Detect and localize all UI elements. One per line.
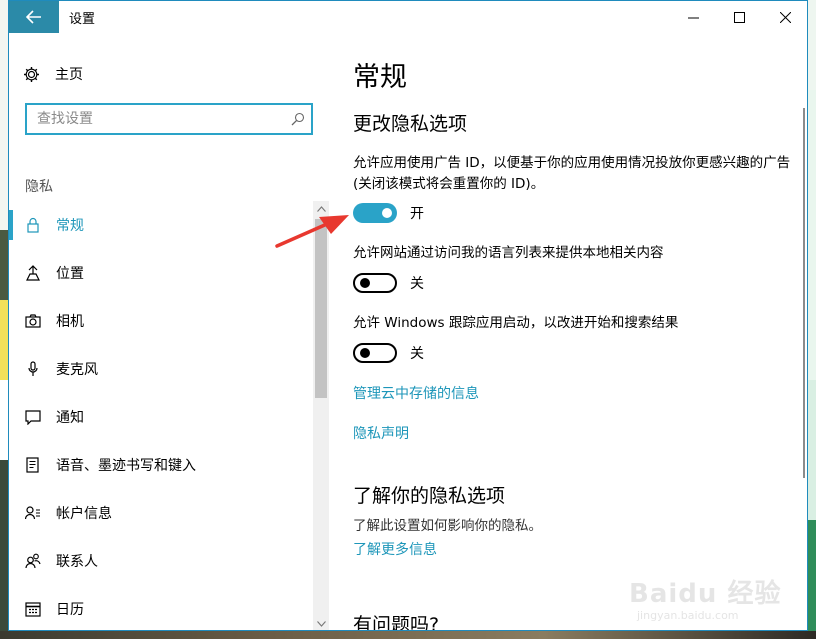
red-annotation-arrow-icon bbox=[275, 215, 349, 248]
setting-description-app-launch-tracking: 允许 Windows 跟踪应用启动，以改进开始和搜索结果 bbox=[353, 315, 679, 331]
speech-ink-icon bbox=[25, 456, 41, 474]
sidebar-item-home[interactable]: 主页 bbox=[23, 63, 83, 85]
maximize-icon bbox=[733, 11, 745, 23]
toggle-knob bbox=[360, 348, 370, 358]
advertising-id-toggle[interactable] bbox=[353, 203, 397, 223]
search-box[interactable] bbox=[25, 103, 313, 135]
desktop-background-right bbox=[808, 0, 816, 639]
page-title: 常规 bbox=[353, 62, 407, 93]
know-privacy-description: 了解此设置如何影响你的隐私。 bbox=[353, 518, 542, 534]
toggle-state-label: 开 bbox=[410, 206, 424, 222]
active-indicator bbox=[9, 210, 13, 240]
sidebar-item-label: 帐户信息 bbox=[56, 506, 112, 522]
location-icon bbox=[25, 264, 41, 282]
sidebar-item-label: 相机 bbox=[56, 314, 84, 330]
close-button[interactable] bbox=[762, 1, 807, 33]
gear-icon bbox=[24, 66, 39, 82]
section-title-privacy: 隐私 bbox=[25, 179, 53, 195]
sidebar-item-label: 麦克风 bbox=[56, 362, 98, 378]
minimize-button[interactable] bbox=[670, 1, 716, 33]
maximize-button[interactable] bbox=[716, 1, 762, 33]
microphone-icon bbox=[25, 360, 41, 378]
manage-cloud-info-link[interactable]: 管理云中存储的信息 bbox=[353, 383, 479, 403]
sidebar-item-notifications[interactable]: 通知 bbox=[9, 393, 313, 441]
back-arrow-icon bbox=[26, 10, 41, 24]
sidebar-item-label: 位置 bbox=[56, 266, 84, 282]
window-title: 设置 bbox=[69, 12, 96, 27]
calendar-icon bbox=[25, 600, 41, 618]
search-icon[interactable] bbox=[291, 112, 305, 126]
sidebar-item-speech-inking[interactable]: 语音、墨迹书写和键入 bbox=[9, 441, 313, 489]
app-launch-tracking-toggle-row: 关 bbox=[353, 343, 424, 363]
sidebar-item-location[interactable]: 位置 bbox=[9, 249, 313, 297]
setting-description-advertising-id: 允许应用使用广告 ID，以便基于你的应用使用情况投放你更感兴趣的广告(关闭该模式… bbox=[353, 155, 791, 192]
section-heading-change-privacy: 更改隐私选项 bbox=[353, 113, 468, 135]
section-heading-know-privacy: 了解你的隐私选项 bbox=[353, 485, 506, 507]
desktop-background-left bbox=[0, 0, 8, 639]
sidebar: 主页 隐私 常规 位置 bbox=[9, 33, 331, 630]
privacy-statement-link[interactable]: 隐私声明 bbox=[353, 423, 409, 443]
sidebar-item-microphone[interactable]: 麦克风 bbox=[9, 345, 313, 393]
sidebar-item-calendar[interactable]: 日历 bbox=[9, 585, 313, 630]
contacts-icon bbox=[25, 552, 41, 570]
desktop-background-bottom bbox=[0, 631, 816, 639]
language-list-toggle-row: 关 bbox=[353, 273, 424, 293]
toggle-knob bbox=[360, 278, 370, 288]
privacy-nav-list: 常规 位置 相机 麦克风 通知 语音、墨迹书写和键入 帐户信息 联系人 日历 bbox=[9, 201, 313, 630]
sidebar-item-account-info[interactable]: 帐户信息 bbox=[9, 489, 313, 537]
learn-more-link[interactable]: 了解更多信息 bbox=[353, 539, 437, 559]
lock-icon bbox=[25, 216, 41, 234]
sidebar-item-contacts[interactable]: 联系人 bbox=[9, 537, 313, 585]
setting-description-language-list: 允许网站通过访问我的语言列表来提供本地相关内容 bbox=[353, 245, 664, 261]
language-list-toggle[interactable] bbox=[353, 273, 397, 293]
toggle-state-label: 关 bbox=[410, 346, 424, 362]
settings-window: 设置 主页 隐私 bbox=[8, 0, 808, 631]
sidebar-item-label: 日历 bbox=[56, 602, 84, 618]
app-launch-tracking-toggle[interactable] bbox=[353, 343, 397, 363]
camera-icon bbox=[25, 312, 41, 330]
sidebar-item-label: 语音、墨迹书写和键入 bbox=[56, 458, 196, 474]
baidu-jingyan-watermark: Baidu 经验 jingyan.baidu.com bbox=[629, 573, 789, 629]
close-icon bbox=[779, 11, 791, 23]
section-heading-questions: 有问题吗? bbox=[353, 614, 440, 631]
scroll-down-icon[interactable] bbox=[313, 616, 329, 630]
toggle-state-label: 关 bbox=[410, 276, 424, 292]
search-input[interactable] bbox=[37, 109, 277, 129]
notification-icon bbox=[25, 408, 41, 426]
watermark-url: jingyan.baidu.com bbox=[637, 609, 739, 622]
sidebar-item-label: 联系人 bbox=[56, 554, 98, 570]
sidebar-item-label: 通知 bbox=[56, 410, 84, 426]
main-scrollbar-thumb[interactable] bbox=[803, 108, 805, 478]
sidebar-item-label: 常规 bbox=[56, 218, 84, 234]
home-label: 主页 bbox=[55, 67, 83, 83]
title-bar: 设置 bbox=[9, 1, 807, 33]
sidebar-scrollbar[interactable] bbox=[313, 201, 329, 630]
account-info-icon bbox=[25, 504, 41, 522]
minimize-icon bbox=[687, 17, 699, 18]
back-button[interactable] bbox=[9, 1, 59, 33]
toggle-knob bbox=[382, 208, 392, 218]
main-content: 常规 更改隐私选项 允许应用使用广告 ID，以便基于你的应用使用情况投放你更感兴… bbox=[331, 33, 807, 631]
watermark-logo: Baidu 经验 bbox=[629, 579, 782, 609]
sidebar-item-general[interactable]: 常规 bbox=[9, 201, 313, 249]
sidebar-item-camera[interactable]: 相机 bbox=[9, 297, 313, 345]
advertising-id-toggle-row: 开 bbox=[353, 203, 424, 223]
